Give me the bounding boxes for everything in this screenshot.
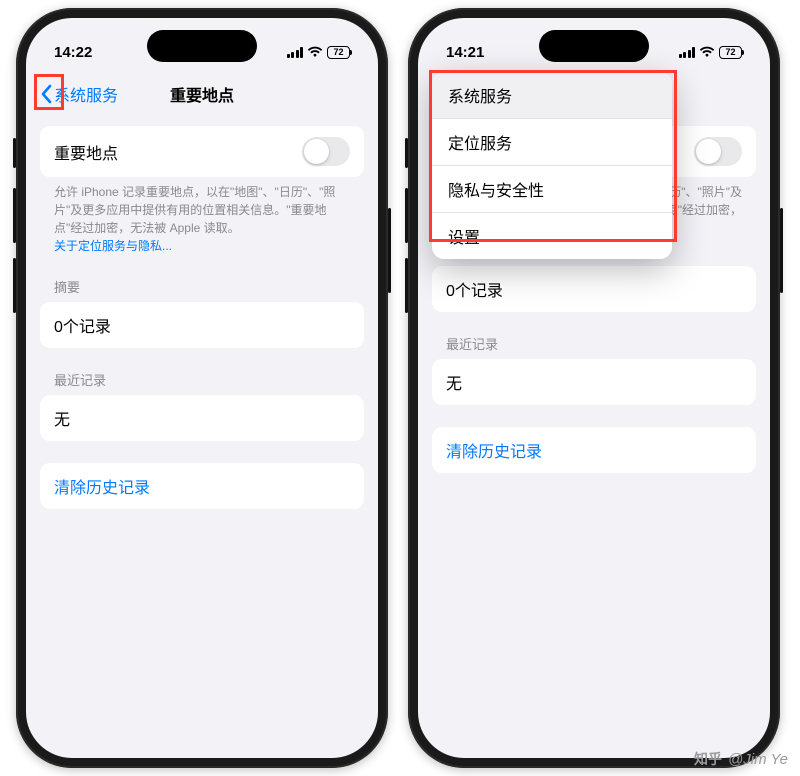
summary-row[interactable]: 0个记录 [432, 266, 756, 312]
cellular-icon [287, 47, 304, 58]
privacy-link[interactable]: 关于定位服务与隐私... [54, 239, 172, 253]
toggle-row-significant-locations[interactable]: 重要地点 [40, 126, 364, 177]
battery-icon: 72 [327, 46, 350, 59]
breadcrumb-item[interactable]: 系统服务 [432, 72, 672, 119]
section-header-recent: 最近记录 [432, 334, 756, 359]
breadcrumb-item[interactable]: 定位服务 [432, 119, 672, 166]
dynamic-island [539, 30, 649, 62]
phone-right: 14:21 72 重要地点 [408, 8, 780, 768]
clock: 14:21 [446, 44, 484, 61]
recent-value: 无 [54, 406, 70, 430]
toggle-switch[interactable] [694, 137, 742, 166]
chevron-left-icon [40, 84, 52, 104]
toggle-switch[interactable] [302, 137, 350, 166]
breadcrumb-menu: 系统服务 定位服务 隐私与安全性 设置 [432, 72, 672, 259]
recent-row[interactable]: 无 [40, 395, 364, 441]
toggle-label: 重要地点 [54, 140, 118, 164]
clear-history-button[interactable]: 清除历史记录 [40, 463, 364, 509]
clear-history-button[interactable]: 清除历史记录 [432, 427, 756, 473]
breadcrumb-item[interactable]: 设置 [432, 213, 672, 259]
summary-value: 0个记录 [446, 277, 503, 301]
watermark: 知乎 @Jim Ye [694, 749, 788, 769]
nav-bar: 系统服务 重要地点 [26, 72, 378, 116]
wifi-icon [307, 46, 323, 58]
back-label: 系统服务 [54, 82, 118, 106]
description-text: 允许 iPhone 记录重要地点，以在"地图"、"日历"、"照片"及更多应用中提… [40, 177, 364, 255]
clock: 14:22 [54, 44, 92, 61]
breadcrumb-item[interactable]: 隐私与安全性 [432, 166, 672, 213]
section-header-summary: 摘要 [40, 277, 364, 302]
recent-row[interactable]: 无 [432, 359, 756, 405]
summary-value: 0个记录 [54, 313, 111, 337]
wifi-icon [699, 46, 715, 58]
phone-left: 14:22 72 系统服务 重要地点 [16, 8, 388, 768]
recent-value: 无 [446, 370, 462, 394]
section-header-recent: 最近记录 [40, 370, 364, 395]
back-button[interactable]: 系统服务 [36, 80, 122, 108]
summary-row[interactable]: 0个记录 [40, 302, 364, 348]
cellular-icon [679, 47, 696, 58]
battery-icon: 72 [719, 46, 742, 59]
dynamic-island [147, 30, 257, 62]
